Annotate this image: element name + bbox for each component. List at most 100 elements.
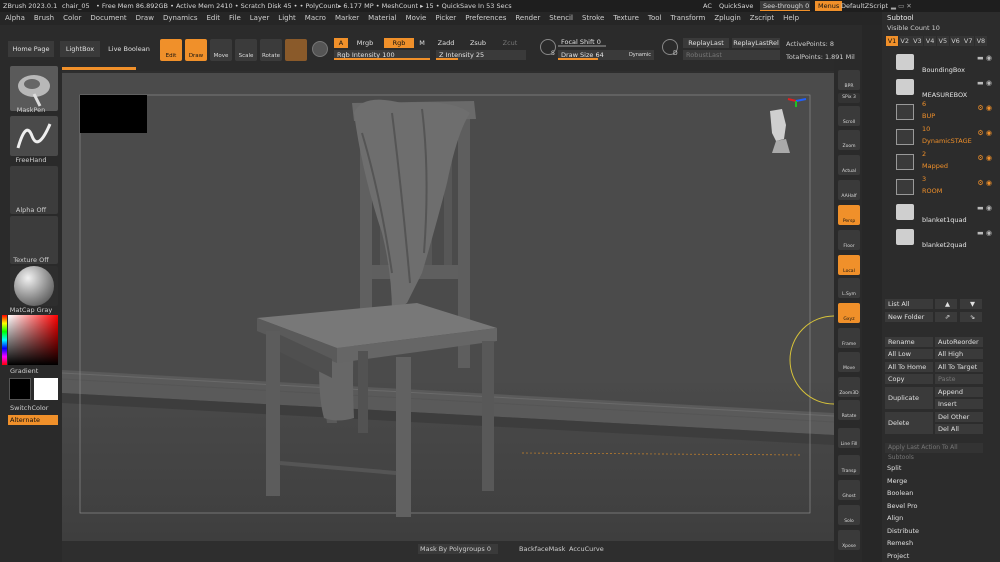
menu-stencil[interactable]: Stencil xyxy=(549,14,573,22)
menu-layer[interactable]: Layer xyxy=(250,14,270,22)
submenu-bevel-pro[interactable]: Bevel Pro xyxy=(887,502,918,510)
material-selector[interactable] xyxy=(10,266,58,306)
del-all-button[interactable]: Del All xyxy=(935,424,983,434)
version-v3[interactable]: V3 xyxy=(911,36,924,46)
visibility-eye-icon[interactable]: ⚙ ◉ xyxy=(977,179,992,187)
visibility-eye-icon[interactable]: ▬ ◉ xyxy=(977,204,992,212)
edit-button[interactable]: Edit xyxy=(160,39,182,61)
alternate-button[interactable]: Alternate xyxy=(8,415,58,425)
material-swatch-icon[interactable] xyxy=(285,39,307,61)
visible-count[interactable]: Visible Count 10 xyxy=(887,24,940,32)
append-button[interactable]: Append xyxy=(935,387,983,397)
menu-help[interactable]: Help xyxy=(783,14,799,22)
secondary-color-swatch[interactable] xyxy=(34,378,58,400)
draw-button[interactable]: Draw xyxy=(185,39,207,61)
a-button[interactable]: A xyxy=(334,38,348,48)
move-folder-up-icon[interactable]: ⇗ xyxy=(935,312,957,322)
zadd-button[interactable]: Zadd xyxy=(432,38,460,48)
z-intensity-slider[interactable]: Z Intensity 25 xyxy=(436,50,526,60)
navigation-head-icon[interactable] xyxy=(762,105,796,155)
all-to-home-button[interactable]: All To Home xyxy=(885,362,933,372)
shelf-actual[interactable]: Actual xyxy=(838,155,860,175)
menu-marker[interactable]: Marker xyxy=(335,14,359,22)
shelf-zoom3d[interactable]: Zoom3D xyxy=(838,377,860,397)
shelf-l-sym[interactable]: L.Sym xyxy=(838,278,860,298)
visibility-eye-icon[interactable]: ▬ ◉ xyxy=(977,54,992,62)
menu-stroke[interactable]: Stroke xyxy=(582,14,604,22)
mrgb-button[interactable]: Mrgb xyxy=(350,38,380,48)
hue-strip[interactable] xyxy=(2,315,7,365)
shelf-move[interactable]: Move xyxy=(838,352,860,372)
home-page-button[interactable]: Home Page xyxy=(8,41,54,57)
default-zscript[interactable]: DefaultZScript xyxy=(838,1,891,11)
menu-color[interactable]: Color xyxy=(63,14,81,22)
menu-file[interactable]: File xyxy=(229,14,241,22)
subtool-item[interactable]: 6 BUP ⚙ ◉ xyxy=(886,100,998,127)
paste-button[interactable]: Paste xyxy=(935,374,983,384)
seethrough-slider[interactable]: See-through 0 xyxy=(760,1,810,11)
visibility-eye-icon[interactable]: ⚙ ◉ xyxy=(977,154,992,162)
shelf-aahalf[interactable]: AAHalf xyxy=(838,180,860,200)
del-other-button[interactable]: Del Other xyxy=(935,412,983,422)
shelf-scroll[interactable]: Scroll xyxy=(838,106,860,126)
shelf-rotate[interactable]: Rotate xyxy=(838,400,860,420)
shelf-transp[interactable]: Transp xyxy=(838,455,860,475)
version-v6[interactable]: V6 xyxy=(949,36,962,46)
move-button[interactable]: Move xyxy=(210,39,232,61)
dynamic-label[interactable]: Dynamic xyxy=(629,50,651,60)
version-v1[interactable]: V1 xyxy=(886,36,898,46)
menu-tool[interactable]: Tool xyxy=(648,14,662,22)
copy-button[interactable]: Copy xyxy=(885,374,933,384)
new-folder-button[interactable]: New Folder xyxy=(885,312,933,322)
version-v2[interactable]: V2 xyxy=(898,36,911,46)
quicksave-button[interactable]: QuickSave xyxy=(716,1,756,11)
subtool-header[interactable]: Subtool xyxy=(887,14,914,22)
backface-mask-button[interactable]: BackfaceMask xyxy=(519,545,565,553)
brush-selector[interactable] xyxy=(10,66,58,111)
submenu-split[interactable]: Split xyxy=(887,464,901,472)
subtool-item[interactable]: 3 ROOM ⚙ ◉ xyxy=(886,175,998,202)
menu-dynamics[interactable]: Dynamics xyxy=(163,14,198,22)
menu-movie[interactable]: Movie xyxy=(406,14,427,22)
menu-preferences[interactable]: Preferences xyxy=(465,14,506,22)
submenu-remesh[interactable]: Remesh xyxy=(887,539,913,547)
menu-texture[interactable]: Texture xyxy=(613,14,639,22)
submenu-align[interactable]: Align xyxy=(887,514,903,522)
lazy-mouse-icon[interactable]: S xyxy=(540,39,556,57)
menu-macro[interactable]: Macro xyxy=(305,14,326,22)
canvas-viewport[interactable] xyxy=(62,73,834,541)
shelf-bpr[interactable]: BPR xyxy=(838,70,860,90)
rename-button[interactable]: Rename xyxy=(885,337,933,347)
menu-edit[interactable]: Edit xyxy=(206,14,220,22)
visibility-eye-icon[interactable]: ⚙ ◉ xyxy=(977,104,992,112)
shelf-ghost[interactable]: Ghost xyxy=(838,480,860,500)
shelf-floor[interactable]: Floor xyxy=(838,230,860,250)
shelf-frame[interactable]: Frame xyxy=(838,328,860,348)
zcut-button[interactable]: Zcut xyxy=(498,38,522,48)
insert-button[interactable]: Insert xyxy=(935,399,983,409)
brush-sphere-icon[interactable] xyxy=(312,41,328,57)
replay-last-rel-button[interactable]: ReplayLastRel xyxy=(732,38,780,48)
shelf-line-fill[interactable]: Line Fill xyxy=(838,428,860,448)
menu-draw[interactable]: Draw xyxy=(136,14,154,22)
zsub-button[interactable]: Zsub xyxy=(464,38,492,48)
list-all-button[interactable]: List All xyxy=(885,299,933,309)
subtool-item[interactable]: 2 Mapped ⚙ ◉ xyxy=(886,150,998,177)
robust-last-slider[interactable]: RobustLast xyxy=(683,50,780,60)
menu-light[interactable]: Light xyxy=(278,14,295,22)
visibility-eye-icon[interactable]: ▬ ◉ xyxy=(977,79,992,87)
m-button[interactable]: M xyxy=(416,38,428,48)
version-v4[interactable]: V4 xyxy=(924,36,937,46)
focal-shift-slider[interactable]: Focal Shift 0 xyxy=(558,37,654,47)
color-picker[interactable] xyxy=(8,315,58,365)
apply-last-action-button[interactable]: Apply Last Action To All Subtools xyxy=(885,443,983,461)
version-v5[interactable]: V5 xyxy=(936,36,949,46)
duplicate-button[interactable]: Duplicate xyxy=(885,387,933,409)
main-color-swatch[interactable] xyxy=(9,378,31,400)
visibility-eye-icon[interactable]: ▬ ◉ xyxy=(977,229,992,237)
shelf-spix-3[interactable]: SPix 3 xyxy=(838,93,860,103)
live-boolean-button[interactable]: Live Boolean xyxy=(106,41,152,57)
shelf-persp[interactable]: Persp xyxy=(838,205,860,225)
move-folder-down-icon[interactable]: ⇘ xyxy=(960,312,982,322)
delete-button[interactable]: Delete xyxy=(885,412,933,434)
